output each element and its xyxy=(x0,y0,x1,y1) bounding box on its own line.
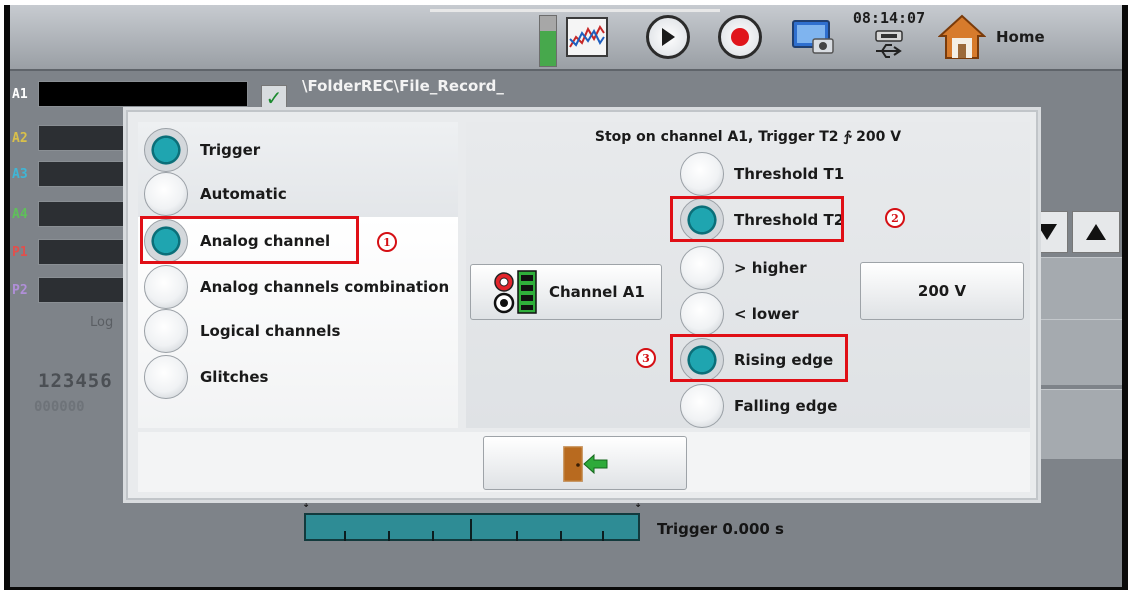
annotation-badge-2: 2 xyxy=(885,208,905,228)
logical-channel-numbers: 123456 xyxy=(38,370,113,392)
threshold-value-button[interactable]: 200 V xyxy=(860,262,1024,320)
radio-selected-icon xyxy=(144,128,188,172)
radio-unselected-icon xyxy=(144,309,188,353)
radio-unselected-icon xyxy=(680,152,724,196)
channel-connector-icon xyxy=(493,270,537,314)
option-label: Automatic xyxy=(200,185,287,203)
option-label: Glitches xyxy=(200,368,269,386)
home-button[interactable]: Home xyxy=(938,11,1118,63)
channel-select-label: Channel A1 xyxy=(549,283,645,301)
screenshot-icon xyxy=(792,20,834,54)
condition-option-lower[interactable]: < lower xyxy=(680,292,799,336)
channel-label: A4 xyxy=(12,206,28,222)
condition-option-falling-edge[interactable]: Falling edge xyxy=(680,384,837,428)
device-frame: 08:14:07 Home A1 A2 A3 A4 P1 P2 ✓ \Folde… xyxy=(4,5,1128,590)
annotation-badge-3: 3 xyxy=(636,348,656,368)
timeline-bar xyxy=(304,513,640,541)
record-button[interactable] xyxy=(718,11,762,63)
trigger-source-panel: Trigger Automatic Analog channel Analog … xyxy=(138,122,458,428)
usb-icon xyxy=(875,30,903,58)
play-icon xyxy=(646,15,690,59)
radio-unselected-icon xyxy=(680,292,724,336)
channel-label: A1 xyxy=(12,86,28,102)
trigger-dialog: Trigger Automatic Analog channel Analog … xyxy=(126,110,1038,500)
trigger-settings-panel: Stop on channel A1, Trigger T2 ∱ 200 V C… xyxy=(466,122,1030,428)
trigger-mode-group: Trigger Automatic xyxy=(138,122,458,217)
record-enable-checkbox[interactable]: ✓ xyxy=(261,85,287,111)
option-label: Logical channels xyxy=(200,322,341,340)
home-icon xyxy=(938,14,986,59)
channel-label: P2 xyxy=(12,282,28,298)
triangle-down-icon xyxy=(1037,224,1057,240)
trigger-type-option-logical-channels[interactable]: Logical channels xyxy=(144,309,340,353)
logical-channel-states: 000000 xyxy=(34,399,85,415)
top-toolbar: 08:14:07 Home xyxy=(10,5,1122,71)
timeline-end-marker: ↓ xyxy=(634,499,643,510)
annotation-highlight-3 xyxy=(670,334,848,382)
radio-unselected-icon xyxy=(680,246,724,290)
dialog-footer xyxy=(138,432,1030,492)
radio-unselected-icon xyxy=(680,384,724,428)
device-screen: 08:14:07 Home A1 A2 A3 A4 P1 P2 ✓ \Folde… xyxy=(10,5,1122,587)
channel-label: A3 xyxy=(12,166,28,182)
condition-option-higher[interactable]: > higher xyxy=(680,246,807,290)
clock-usb-status[interactable]: 08:14:07 xyxy=(848,9,930,65)
screenshot-button[interactable] xyxy=(786,11,840,63)
graph-button[interactable] xyxy=(562,11,612,63)
option-label: < lower xyxy=(734,305,799,323)
option-label: Trigger xyxy=(200,141,261,159)
timeline-start-marker: ↓ xyxy=(302,499,311,510)
trigger-mode-option-trigger[interactable]: Trigger xyxy=(144,128,260,172)
trigger-mode-option-automatic[interactable]: Automatic xyxy=(144,172,287,216)
channel-label: A2 xyxy=(12,130,28,146)
level-meter-icon xyxy=(539,15,557,67)
trigger-time-readout: Trigger 0.000 s xyxy=(657,520,784,538)
channel-row-a1[interactable]: A1 xyxy=(10,81,248,107)
option-label: Threshold T1 xyxy=(734,165,845,183)
record-icon xyxy=(718,15,762,59)
trigger-summary: Stop on channel A1, Trigger T2 ∱ 200 V xyxy=(594,129,902,145)
clock-display: 08:14:07 xyxy=(852,9,926,27)
option-label: Analog channels combination xyxy=(200,278,450,296)
channel-display xyxy=(38,81,248,107)
channel-select-button[interactable]: Channel A1 xyxy=(470,264,662,320)
exit-door-icon xyxy=(563,446,608,482)
annotation-highlight-1 xyxy=(140,216,359,264)
home-label: Home xyxy=(996,28,1045,46)
triangle-up-icon xyxy=(1086,224,1106,240)
radio-unselected-icon xyxy=(144,265,188,309)
channel-label: P1 xyxy=(12,244,28,260)
trigger-type-option-analog-combination[interactable]: Analog channels combination xyxy=(144,265,449,309)
graph-icon xyxy=(566,17,608,57)
play-button[interactable] xyxy=(646,11,690,63)
annotation-badge-1: 1 xyxy=(377,232,397,252)
exit-button[interactable] xyxy=(483,436,687,490)
option-label: Falling edge xyxy=(734,397,838,415)
trigger-timeline[interactable]: ↓ ↓ xyxy=(302,499,642,541)
logical-channels-label: Log xyxy=(90,315,114,330)
scroll-up-button[interactable] xyxy=(1072,211,1120,253)
radio-unselected-icon xyxy=(144,172,188,216)
record-file-path: \FolderREC\File_Record_ xyxy=(302,77,504,95)
annotation-highlight-2 xyxy=(670,196,844,242)
option-label: > higher xyxy=(734,259,807,277)
threshold-option-t1[interactable]: Threshold T1 xyxy=(680,152,844,196)
radio-unselected-icon xyxy=(144,355,188,399)
trigger-type-option-glitches[interactable]: Glitches xyxy=(144,355,268,399)
